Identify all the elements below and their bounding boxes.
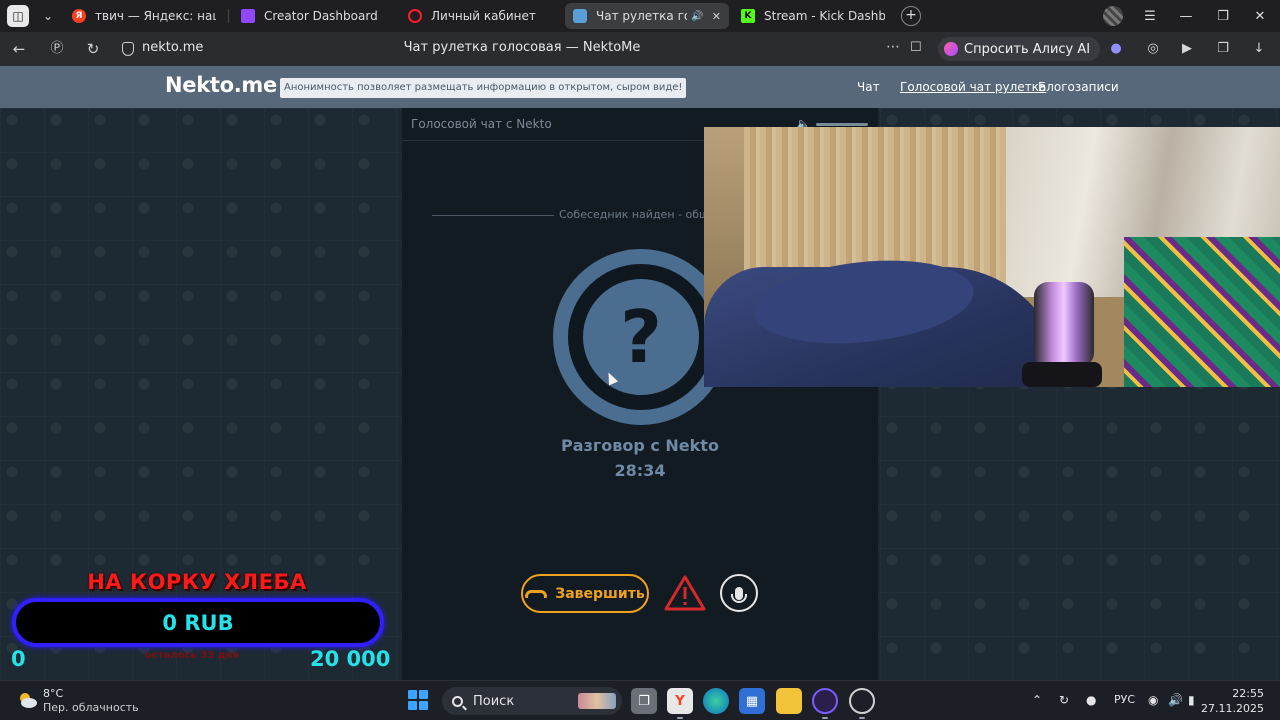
- nav-link-chat[interactable]: Чат: [857, 80, 880, 94]
- alice-app-icon[interactable]: [812, 688, 838, 714]
- collections-icon[interactable]: ❐: [1213, 40, 1233, 58]
- site-logo[interactable]: Nekto.me: [165, 73, 277, 97]
- reload-icon[interactable]: ↻: [82, 39, 104, 59]
- page-title: Чат рулетка голосовая — NektoMe: [403, 40, 641, 55]
- goal-progress-bar: 0 RUB: [12, 598, 384, 647]
- goal-max-value: 20 000: [310, 647, 391, 671]
- bookmark-icon[interactable]: ☐: [910, 40, 922, 55]
- start-windows-icon[interactable]: [408, 690, 428, 710]
- edge-icon[interactable]: [703, 688, 729, 714]
- task-view-icon[interactable]: ❐: [631, 688, 657, 714]
- partly-cloudy-icon[interactable]: [16, 689, 38, 711]
- weather-description[interactable]: Пер. облачность: [43, 701, 139, 714]
- shield-icon: [122, 42, 134, 56]
- alice-icon: [944, 42, 958, 56]
- battery-icon[interactable]: ▮: [1188, 693, 1195, 707]
- nav-link-blog[interactable]: Блогозаписи: [1038, 80, 1119, 94]
- tabs-dropdown-icon[interactable]: ⌄: [37, 5, 59, 27]
- webcam-microphone-base: [1022, 362, 1102, 387]
- running-indicator: [859, 717, 865, 719]
- tab-separator: [228, 9, 229, 23]
- tab-nekto-voice[interactable]: Чат рулетка голосов 🔊 ✕: [565, 3, 729, 29]
- tab-kick-dashboard[interactable]: K Stream - Kick Dashboard: [733, 3, 893, 29]
- end-call-button[interactable]: Завершить: [521, 574, 649, 613]
- panel-title: Голосовой чат с Nekto: [411, 117, 552, 131]
- nav-link-voice-roulette[interactable]: Голосовой чат рулетка: [900, 80, 1046, 94]
- running-indicator: [822, 717, 828, 719]
- media-play-icon[interactable]: ▶: [1177, 40, 1197, 58]
- microphone-tray-icon[interactable]: ●: [1086, 693, 1096, 707]
- hang-up-phone-icon: [525, 589, 548, 598]
- language-indicator[interactable]: РУС: [1114, 693, 1135, 706]
- yandex-home-icon[interactable]: Ⓟ: [46, 39, 68, 59]
- goal-min-value: 0: [11, 647, 26, 671]
- twitch-icon: [241, 9, 255, 23]
- volume-slider[interactable]: [816, 123, 868, 126]
- vpn-extension-icon[interactable]: ◎: [1143, 40, 1163, 58]
- conversation-timer: 28:34: [614, 461, 666, 480]
- speaker-icon[interactable]: 🔊: [691, 11, 703, 22]
- kick-icon: K: [741, 9, 755, 23]
- store-icon[interactable]: ▦: [739, 688, 765, 714]
- sync-icon[interactable]: ↻: [1059, 693, 1069, 707]
- report-warning-icon[interactable]: [664, 574, 706, 612]
- more-icon[interactable]: ⋯: [886, 39, 901, 55]
- search-icon: [452, 695, 463, 707]
- close-tab-icon[interactable]: ✕: [712, 10, 721, 23]
- microphone-icon: [731, 586, 747, 603]
- ask-alice-button[interactable]: Спросить Алису AI: [938, 37, 1101, 61]
- opera-ring-icon: [408, 9, 422, 23]
- running-indicator: [677, 717, 683, 719]
- tab-personal-cabinet[interactable]: Личный кабинет: [400, 3, 560, 29]
- microphone-button[interactable]: [720, 574, 758, 612]
- menu-icon[interactable]: ☰: [1132, 0, 1168, 32]
- webcam-microphone: [1034, 282, 1094, 367]
- minimize-icon[interactable]: —: [1168, 0, 1204, 32]
- browser-tab-strip: ◫ ⌄ Я твич — Яндекс: нашлось Creator Das…: [0, 0, 1280, 32]
- volume-tray-icon[interactable]: 🔊: [1168, 693, 1183, 707]
- site-slogan: Анонимность позволяет размещать информац…: [280, 78, 687, 98]
- divider: [432, 215, 554, 216]
- tray-overflow-icon[interactable]: ⌃: [1032, 693, 1042, 707]
- new-tab-button[interactable]: +: [901, 6, 921, 26]
- download-icon[interactable]: ↓: [1249, 40, 1269, 58]
- search-highlight-image: [578, 693, 616, 709]
- webcam-bed: [1124, 237, 1280, 387]
- nekto-icon: [573, 9, 587, 23]
- weather-temperature[interactable]: 8°C: [43, 687, 63, 700]
- profile-avatar[interactable]: [1103, 6, 1123, 26]
- site-header: Nekto.me Анонимность позволяет размещать…: [0, 66, 1280, 108]
- file-explorer-icon[interactable]: [776, 688, 802, 714]
- goal-current-value: 0 RUB: [162, 611, 234, 635]
- taskbar-search[interactable]: Поиск: [442, 687, 622, 715]
- webcam-overlay: [704, 127, 1280, 387]
- windows-taskbar: 8°C Пер. облачность Поиск ❐ Y ▦ ⌃ ↻ ● РУ…: [0, 680, 1280, 720]
- close-window-icon[interactable]: ✕: [1242, 0, 1278, 32]
- back-arrow-icon[interactable]: ←: [8, 39, 30, 59]
- clock-date[interactable]: 27.11.2025: [1200, 702, 1264, 715]
- sidebar-toggle-icon[interactable]: ◫: [7, 5, 29, 27]
- clock-time[interactable]: 22:55: [1220, 687, 1264, 700]
- goal-remaining-days: осталось 33 дня: [145, 650, 240, 661]
- address-field[interactable]: nekto.me Чат рулетка голосовая — NektoMe…: [112, 36, 932, 62]
- tab-creator-dashboard[interactable]: Creator Dashboard: [233, 3, 393, 29]
- wifi-icon[interactable]: ◉: [1148, 693, 1158, 707]
- goal-title: НА КОРКУ ХЛЕБА: [87, 570, 307, 594]
- yandex-icon: Я: [72, 9, 86, 23]
- conversation-title: Разговор с Nekto: [561, 436, 719, 455]
- question-mark-icon: ?: [620, 295, 662, 379]
- game-extension-icon[interactable]: ●: [1106, 40, 1126, 58]
- obs-icon[interactable]: [849, 688, 875, 714]
- restore-icon[interactable]: ❐: [1205, 0, 1241, 32]
- tab-yandex-search[interactable]: Я твич — Яндекс: нашлось: [64, 3, 224, 29]
- yandex-browser-icon[interactable]: Y: [667, 688, 693, 714]
